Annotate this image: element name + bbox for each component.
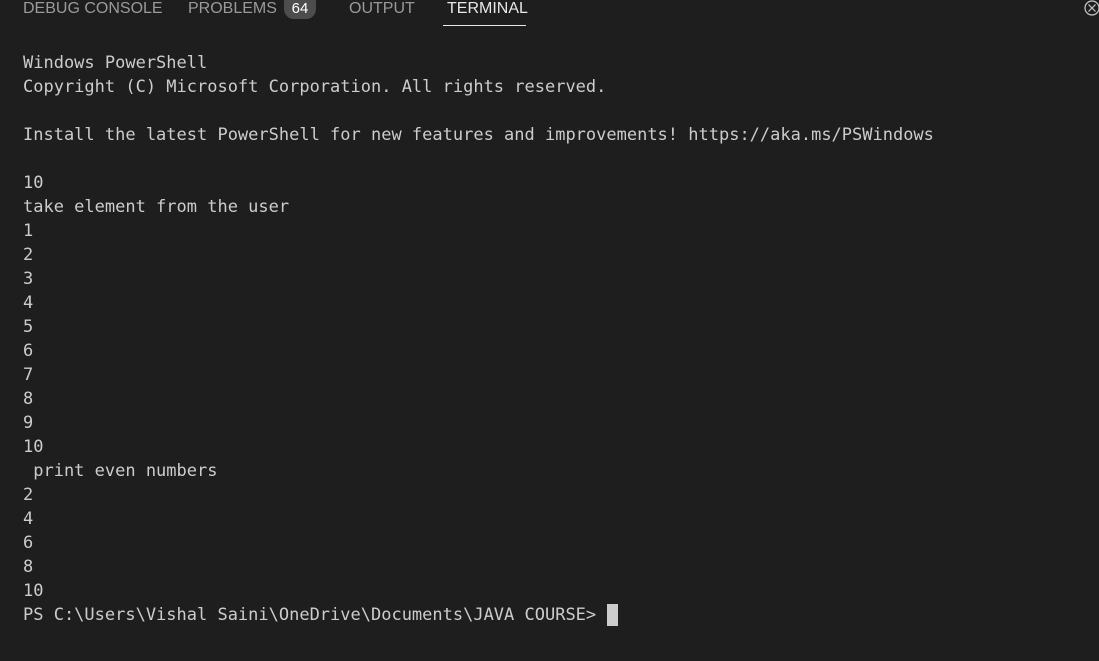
terminal-line: 3 <box>23 269 34 289</box>
terminal-line: 2 <box>23 485 34 505</box>
panel-tab-bar: DEBUG CONSOLE PROBLEMS 64 OUTPUT TERMINA… <box>0 0 1099 28</box>
terminal-line: 4 <box>23 509 34 529</box>
terminal-line: Copyright (C) Microsoft Corporation. All… <box>23 77 607 97</box>
terminal-line: 8 <box>23 389 34 409</box>
terminal-prompt-line[interactable]: PS C:\Users\Vishal Saini\OneDrive\Docume… <box>23 603 1083 627</box>
terminal-line: 4 <box>23 293 34 313</box>
tab-debug-console[interactable]: DEBUG CONSOLE <box>23 0 163 20</box>
terminal-line: print even numbers <box>23 461 218 481</box>
terminal-line: 6 <box>23 533 34 553</box>
terminal-line: 10 <box>23 173 44 193</box>
terminal-line: 2 <box>23 245 34 265</box>
terminal-line: 9 <box>23 413 34 433</box>
terminal-output[interactable]: Windows PowerShell Copyright (C) Microsof… <box>23 51 1083 651</box>
terminal-prompt: PS C:\Users\Vishal Saini\OneDrive\Docume… <box>23 605 597 625</box>
terminal-line: 1 <box>23 221 34 241</box>
tab-output[interactable]: OUTPUT <box>349 0 415 20</box>
terminal-line: 5 <box>23 317 34 337</box>
problems-count-badge: 64 <box>284 0 316 19</box>
terminal-lines: Windows PowerShell Copyright (C) Microsof… <box>23 51 1083 603</box>
terminal-cursor <box>607 604 619 626</box>
active-tab-indicator <box>443 25 526 26</box>
close-icon[interactable] <box>1082 0 1099 18</box>
terminal-line: 7 <box>23 365 34 385</box>
terminal-line: Windows PowerShell <box>23 53 208 73</box>
terminal-line: 10 <box>23 437 44 457</box>
terminal-line: 8 <box>23 557 34 577</box>
terminal-line: 10 <box>23 581 44 601</box>
terminal-line: take element from the user <box>23 197 290 217</box>
tab-problems[interactable]: PROBLEMS <box>188 0 277 20</box>
terminal-line: 6 <box>23 341 34 361</box>
terminal-line: Install the latest PowerShell for new fe… <box>23 125 934 145</box>
tab-terminal[interactable]: TERMINAL <box>447 0 528 20</box>
